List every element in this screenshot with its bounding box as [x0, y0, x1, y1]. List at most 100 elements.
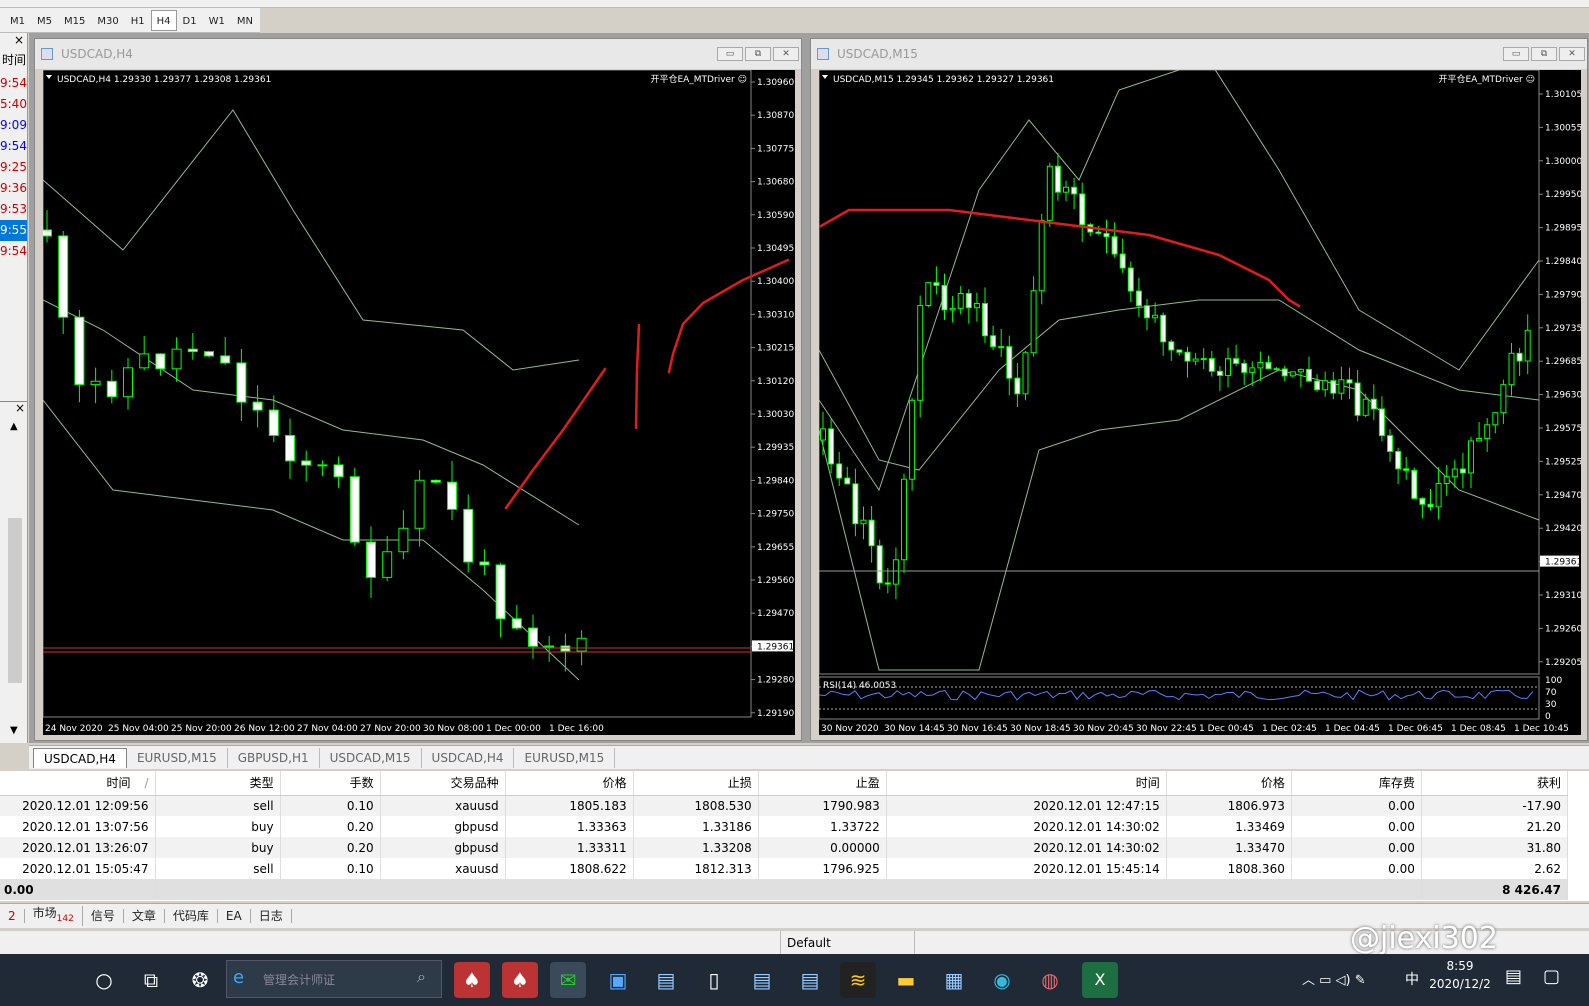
tf-m5[interactable]: M5 — [31, 10, 58, 31]
price-chart-h4[interactable]: USDCAD,H4 1.29330 1.29377 1.29308 1.2936… — [43, 70, 795, 735]
table-cell: 1796.925 — [758, 858, 887, 879]
column-header[interactable]: 止盈 — [758, 771, 887, 796]
terminal-tab[interactable]: 2 — [0, 909, 25, 923]
terminal-tab[interactable]: 日志 — [251, 909, 292, 923]
app-icon[interactable]: ❂ — [182, 962, 218, 998]
chart-window-m15[interactable]: USDCAD,M15 ▭ ⧉ ✕ USDCAD,M15 1.29345 1.29… — [810, 38, 1588, 741]
app-icon[interactable]: ▤ — [648, 962, 684, 998]
chart-tab[interactable]: GBPUSD,H1 — [228, 747, 320, 768]
tf-m1[interactable]: M1 — [4, 10, 31, 31]
tf-w1[interactable]: W1 — [203, 10, 231, 31]
bollinger-band — [819, 70, 1540, 492]
chart-window-h4[interactable]: USDCAD,H4 ▭ ⧉ ✕ USDCAD,H4 1.29330 1.2937… — [34, 38, 802, 741]
list-item[interactable]: 9:25 — [0, 157, 27, 178]
minimize-button[interactable]: ▭ — [1503, 47, 1529, 61]
list-item[interactable]: 5:40 — [0, 94, 27, 115]
task-view-icon[interactable]: ⧉ — [133, 962, 169, 998]
list-item[interactable]: 9:53 — [0, 199, 27, 220]
table-row[interactable]: 2020.12.01 15:05:47 sell 0.10 xauusd 1808.62… — [0, 858, 1569, 879]
edge-icon[interactable]: ◉ — [984, 962, 1020, 998]
chart-tab[interactable]: USDCAD,M15 — [320, 747, 422, 768]
price-chart-m15[interactable]: USDCAD,M15 1.29345 1.29362 1.29327 1.293… — [819, 70, 1581, 735]
chart-tab[interactable]: EURUSD,M15 — [127, 747, 228, 768]
folder-icon[interactable]: ▬ — [888, 962, 924, 998]
column-header[interactable]: 价格 — [505, 771, 634, 796]
wechat-icon[interactable]: ✉ — [550, 962, 586, 998]
sort-icon: / — [144, 776, 149, 791]
column-header[interactable]: 手数 — [280, 771, 381, 796]
restore-button[interactable]: ⧉ — [1531, 47, 1557, 61]
market-count: 142 — [56, 913, 74, 924]
app-icon[interactable]: ◍ — [1032, 962, 1068, 998]
scroll-down-icon[interactable]: ▼ — [10, 725, 18, 736]
mt5-icon[interactable]: ≋ — [840, 962, 876, 998]
app-icon[interactable]: ▤ — [792, 962, 828, 998]
candle-body — [1127, 267, 1134, 292]
clock-time[interactable]: 8:59 — [1430, 959, 1490, 973]
tray-icons[interactable]: ︿ ▭ ◁) ✎ — [1302, 969, 1366, 988]
column-header[interactable]: 时间 / — [0, 771, 156, 796]
calculator-icon[interactable]: ▦ — [936, 962, 972, 998]
list-item[interactable]: 9:54 — [0, 136, 27, 157]
tf-mn[interactable]: MN — [231, 10, 259, 31]
table-row[interactable]: 2020.12.01 12:09:56 sell 0.10 xauusd 1805.18… — [0, 795, 1569, 816]
chart-tab[interactable]: USDCAD,H4 — [422, 747, 515, 768]
column-header[interactable]: 交易品种 — [380, 771, 506, 796]
candle-body — [1338, 379, 1345, 394]
list-item[interactable]: 9:54 — [0, 73, 27, 94]
restore-button[interactable]: ⧉ — [745, 47, 771, 61]
list-item[interactable]: 9:09 — [0, 115, 27, 136]
close-icon[interactable]: × — [0, 33, 27, 51]
terminal-tab[interactable]: 文章 — [124, 909, 165, 923]
cortana-icon[interactable]: ○ — [86, 962, 122, 998]
candle-body — [844, 477, 851, 485]
ea-label: 开平仓EA_MTDriver ☺ — [650, 73, 747, 85]
list-item[interactable]: 9:36 — [0, 178, 27, 199]
window-icon[interactable]: ▣ — [600, 962, 636, 998]
table-row[interactable]: 2020.12.01 13:07:56 buy 0.20 gbpusd 1.33363 1… — [0, 816, 1569, 837]
tf-m15[interactable]: M15 — [58, 10, 91, 31]
tf-h1[interactable]: H1 — [125, 10, 151, 31]
excel-icon[interactable]: X — [1082, 962, 1118, 998]
terminal-tab[interactable]: 代码库 — [165, 909, 218, 923]
column-header[interactable]: 类型 — [155, 771, 281, 796]
terminal-tab[interactable]: 市场142 — [25, 906, 83, 926]
clock-date[interactable]: 2020/12/2 — [1428, 977, 1492, 991]
timeframe-bar: M1 M5 M15 M30 H1 H4 D1 W1 MN — [0, 8, 260, 33]
app-icon[interactable]: ♠ — [502, 962, 538, 998]
ime-indicator[interactable]: 中 — [1405, 969, 1419, 989]
window-title: USDCAD,M15 — [811, 39, 1587, 69]
list-item[interactable]: 9:54 — [0, 241, 27, 262]
search-box[interactable]: e 管理会计师证 ⌕ — [226, 960, 442, 998]
close-icon[interactable]: × — [0, 401, 27, 415]
terminal-tab[interactable]: EA — [218, 909, 251, 923]
close-button[interactable]: ✕ — [773, 47, 799, 61]
app-icon[interactable]: ♠ — [454, 962, 490, 998]
chart-tab[interactable]: USDCAD,H4 — [33, 747, 127, 768]
candle-body — [576, 637, 587, 652]
tf-h4[interactable]: H4 — [150, 9, 177, 31]
notification-icon[interactable]: ▤ — [1505, 966, 1522, 987]
candle-body — [382, 551, 393, 578]
candle-body — [933, 282, 940, 286]
app-icon[interactable]: ▤ — [744, 962, 780, 998]
column-header[interactable]: 库存费 — [1291, 771, 1422, 796]
candle-body — [1354, 382, 1361, 416]
column-header[interactable]: 价格 — [1166, 771, 1292, 796]
terminal-tab[interactable]: 信号 — [83, 909, 124, 923]
chat-icon[interactable]: ▢ — [1543, 966, 1560, 987]
minimize-button[interactable]: ▭ — [717, 47, 743, 61]
candle-body — [1468, 440, 1474, 474]
column-header[interactable]: 止损 — [633, 771, 759, 796]
scrollbar-thumb[interactable] — [8, 518, 22, 683]
column-header[interactable]: 获利 — [1421, 771, 1569, 796]
scroll-up-icon[interactable]: ▲ — [10, 421, 18, 432]
tf-d1[interactable]: D1 — [177, 10, 203, 31]
close-button[interactable]: ✕ — [1559, 47, 1585, 61]
table-row[interactable]: 2020.12.01 13:26:07 buy 0.20 gbpusd 1.33311 1… — [0, 837, 1569, 858]
list-item[interactable]: 9:55 — [0, 220, 27, 241]
chart-tab[interactable]: EURUSD,M15 — [514, 747, 616, 768]
document-icon[interactable]: ▯ — [696, 962, 732, 998]
tf-m30[interactable]: M30 — [91, 10, 124, 31]
column-header[interactable]: 时间 — [886, 771, 1167, 796]
